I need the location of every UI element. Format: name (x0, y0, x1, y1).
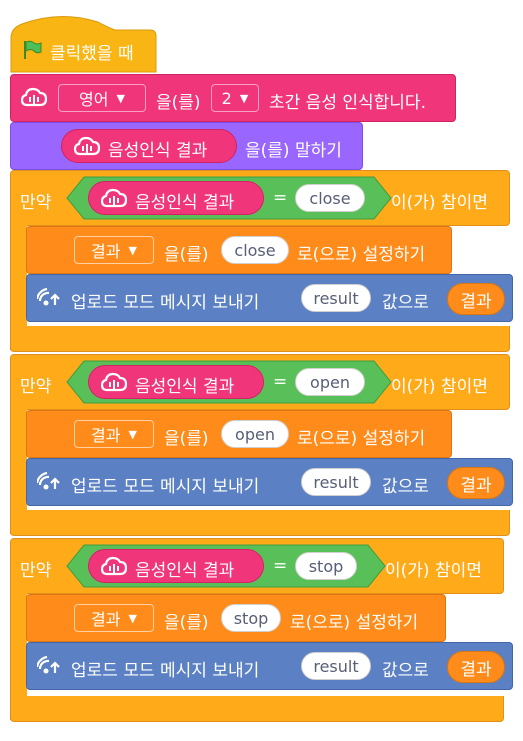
upload-key: result (313, 656, 359, 676)
cloud-speech-icon (74, 136, 100, 156)
reporter-label: 음성인식 결과 (135, 193, 235, 213)
compare-value-input[interactable]: close (295, 184, 365, 212)
hat-label: 클릭했을 때 (50, 44, 134, 64)
caret-down-icon: ▼ (239, 91, 249, 105)
upload-mid: 값으로 (382, 477, 429, 497)
equals-sign: = (273, 188, 288, 208)
if-footer (10, 510, 510, 536)
if-block[interactable]: 만약 음성인식 결과 = close 이(가) 참이면 결과 ▼ 을(를) cl… (10, 170, 513, 353)
set-value-input[interactable]: open (221, 420, 289, 448)
speech-recognize-block[interactable]: 영어 ▼ 을(를) 2 ▼ 초간 음성 인식합니다. (10, 74, 456, 122)
if-block[interactable]: 만약 음성인식 결과 = open 이(가) 참이면 결과 ▼ 을(를) ope… (10, 354, 513, 538)
speech-result-reporter[interactable]: 음성인식 결과 (88, 549, 264, 583)
compare-value-input[interactable]: stop (295, 552, 357, 580)
compare-value: open (310, 372, 350, 392)
set-prep: 을(를) (164, 245, 209, 265)
cloud-speech-icon (101, 188, 127, 208)
speech-result-reporter[interactable]: 음성인식 결과 (88, 181, 264, 215)
set-suffix: 로(으로) 설정하기 (297, 245, 426, 265)
caret-down-icon: ▼ (128, 611, 137, 625)
upload-key: result (313, 472, 359, 492)
set-value-input[interactable]: stop (221, 604, 281, 632)
reporter-label: 음성인식 결과 (108, 141, 208, 161)
upload-signal-icon (37, 471, 60, 490)
upload-value: 결과 (460, 291, 492, 312)
if-prefix: 만약 (20, 561, 52, 581)
variable-dropdown[interactable]: 결과 ▼ (74, 420, 154, 448)
set-variable-block[interactable]: 결과 ▼ 을(를) open 로(으로) 설정하기 (26, 410, 452, 458)
upload-message-block[interactable]: 업로드 모드 메시지 보내기 result 값으로 결과 (26, 274, 513, 322)
caret-down-icon: ▼ (116, 91, 125, 105)
variable-reporter[interactable]: 결과 (447, 651, 505, 683)
recognize-prep: 을(를) (156, 93, 201, 113)
set-suffix: 로(으로) 설정하기 (290, 613, 419, 633)
if-prefix: 만약 (20, 377, 52, 397)
cloud-speech-icon (21, 87, 47, 107)
upload-key-input[interactable]: result (301, 284, 371, 312)
upload-key: result (313, 288, 359, 308)
upload-signal-icon (37, 655, 60, 674)
language-dropdown[interactable]: 영어 ▼ (58, 84, 146, 112)
language-value: 영어 (79, 90, 109, 109)
recognize-suffix: 초간 음성 인식합니다. (269, 93, 426, 113)
set-value-input[interactable]: close (221, 236, 289, 264)
upload-key-input[interactable]: result (301, 468, 371, 496)
set-value: close (234, 240, 276, 260)
if-suffix: 이(가) 참이면 (391, 193, 488, 213)
compare-value-input[interactable]: open (295, 368, 365, 396)
variable-value: 결과 (91, 426, 121, 445)
upload-label: 업로드 모드 메시지 보내기 (71, 293, 260, 313)
speak-suffix: 을(를) 말하기 (245, 141, 342, 161)
variable-dropdown[interactable]: 결과 ▼ (74, 604, 154, 632)
upload-message-block[interactable]: 업로드 모드 메시지 보내기 result 값으로 결과 (26, 642, 513, 690)
upload-message-block[interactable]: 업로드 모드 메시지 보내기 result 값으로 결과 (26, 458, 513, 506)
upload-mid: 값으로 (382, 661, 429, 681)
upload-label: 업로드 모드 메시지 보내기 (71, 477, 260, 497)
set-prep: 을(를) (164, 429, 209, 449)
if-footer (10, 696, 504, 722)
if-block[interactable]: 만약 음성인식 결과 = stop 이(가) 참이면 결과 ▼ 을(를) sto… (10, 538, 513, 724)
upload-value: 결과 (460, 475, 492, 496)
equals-sign: = (273, 556, 288, 576)
speech-result-reporter[interactable]: 음성인식 결과 (88, 365, 264, 399)
upload-value: 결과 (460, 659, 492, 680)
variable-reporter[interactable]: 결과 (447, 467, 505, 499)
variable-reporter[interactable]: 결과 (447, 283, 505, 315)
variable-value: 결과 (91, 242, 121, 261)
if-suffix: 이(가) 참이면 (385, 561, 482, 581)
if-suffix: 이(가) 참이면 (391, 377, 488, 397)
compare-value: stop (308, 556, 344, 576)
set-suffix: 로(으로) 설정하기 (297, 429, 426, 449)
set-value: open (235, 424, 275, 444)
upload-label: 업로드 모드 메시지 보내기 (71, 661, 260, 681)
if-footer (10, 326, 510, 352)
set-variable-block[interactable]: 결과 ▼ 을(를) close 로(으로) 설정하기 (26, 226, 452, 274)
green-flag-icon (24, 40, 42, 59)
reporter-label: 음성인식 결과 (135, 561, 235, 581)
if-prefix: 만약 (20, 193, 52, 213)
reporter-label: 음성인식 결과 (135, 377, 235, 397)
compare-value: close (309, 188, 351, 208)
set-prep: 을(를) (164, 613, 209, 633)
upload-signal-icon (37, 287, 60, 306)
caret-down-icon: ▼ (128, 427, 137, 441)
cloud-speech-icon (101, 372, 127, 392)
seconds-dropdown[interactable]: 2 ▼ (211, 84, 259, 112)
set-value: stop (233, 608, 269, 628)
cloud-speech-icon (101, 556, 127, 576)
caret-down-icon: ▼ (128, 243, 137, 257)
set-variable-block[interactable]: 결과 ▼ 을(를) stop 로(으로) 설정하기 (26, 594, 446, 642)
say-block[interactable]: 음성인식 결과 을(를) 말하기 (10, 122, 363, 170)
upload-mid: 값으로 (382, 293, 429, 313)
variable-value: 결과 (91, 610, 121, 629)
equals-sign: = (273, 372, 288, 392)
seconds-value: 2 (221, 88, 232, 108)
when-flag-clicked-block[interactable]: 클릭했을 때 (10, 10, 157, 74)
variable-dropdown[interactable]: 결과 ▼ (74, 236, 154, 264)
upload-key-input[interactable]: result (301, 652, 371, 680)
speech-result-reporter[interactable]: 음성인식 결과 (61, 129, 237, 163)
